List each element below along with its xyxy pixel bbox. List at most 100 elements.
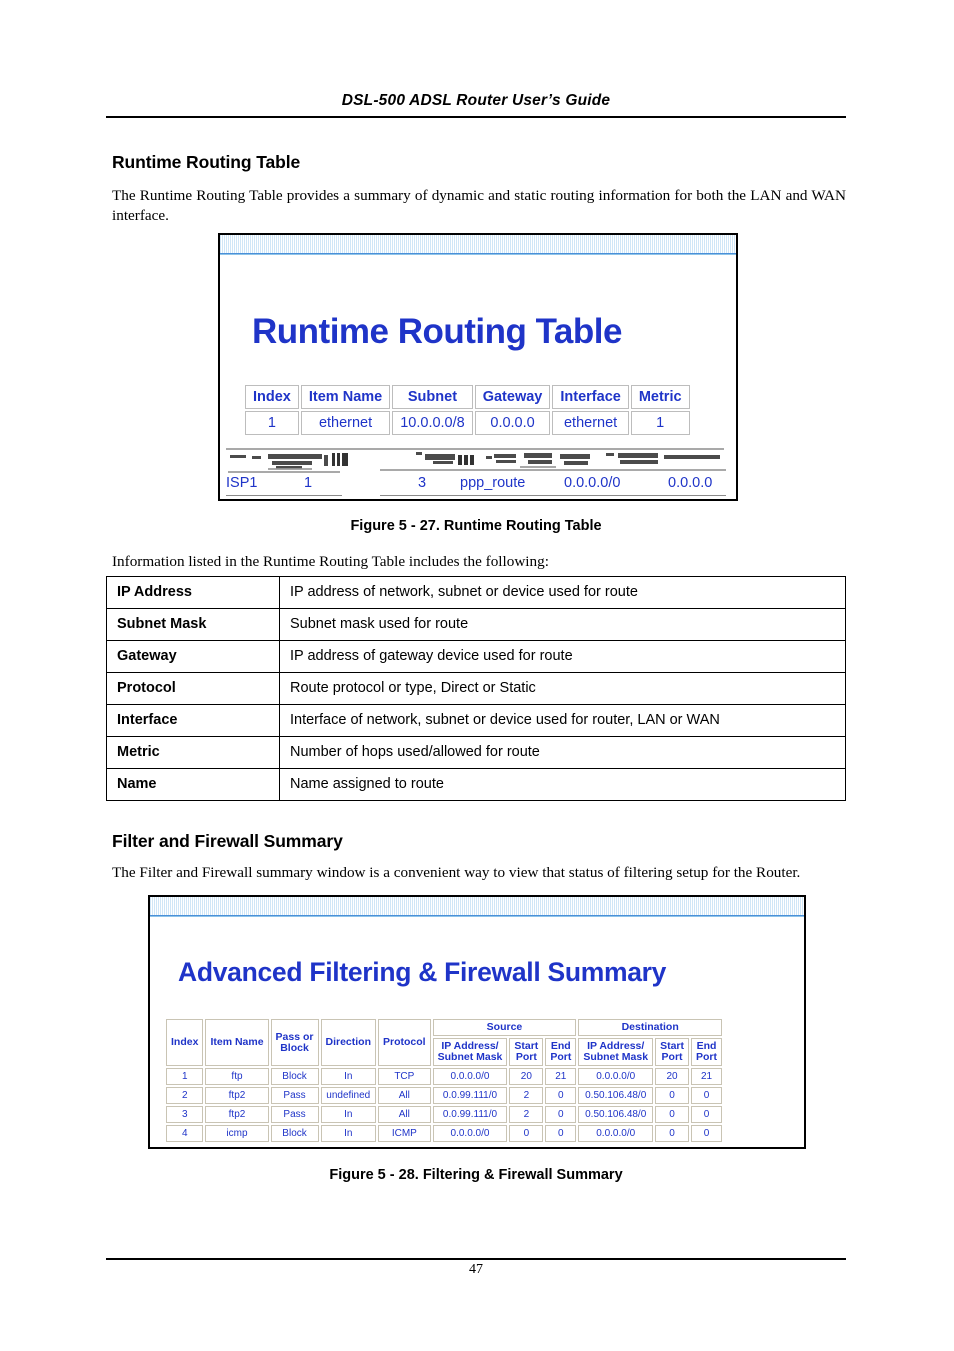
fw-cell-direction: In [320,1068,377,1085]
fw-cell-src-start: 20 [509,1068,544,1085]
table-row: IP Address IP address of network, subnet… [106,576,846,609]
definition-term: Interface [106,704,280,737]
definition-value: Interface of network, subnet or device u… [279,704,846,737]
figure-caption-5-27: Figure 5 - 27. Runtime Routing Table [350,518,602,534]
fw-cell-dst-end: 0 [691,1106,723,1123]
fw-cell-dst-ip: 0.50.106.48/0 [578,1106,654,1123]
header-rule [106,116,846,118]
definition-value: Route protocol or type, Direct or Static [279,672,846,705]
firewall-summary-table: Index Item Name Pass or Block Direction [164,1017,724,1144]
table-row: Interface Interface of network, subnet o… [106,704,846,737]
fw-cell-direction: In [320,1106,377,1123]
table-row: Protocol Route protocol or type, Direct … [106,672,846,705]
fw-header-direction-label: Direction [325,1036,372,1048]
table-row: 1 ftp Block In TCP 0.0.0.0/0 20 21 0.0.0… [166,1068,723,1085]
document-page: DSL-500 ADSL Router User’s Guide Runtime… [0,0,954,1351]
fw-cell-src-start: 2 [509,1087,544,1104]
rrt-cell-metric: 1 [630,411,690,435]
fw-cell-dst-ip: 0.0.0.0/0 [578,1125,654,1142]
fw-cell-src-start: 2 [509,1106,544,1123]
firewall-page-title: Advanced Filtering & Firewall Summary [178,957,667,987]
fw-cell-dst-end: 21 [691,1068,723,1085]
fw-cell-index: 2 [166,1087,204,1104]
definition-value: Name assigned to route [279,768,846,801]
figure-caption-5-28: Figure 5 - 28. Filtering & Firewall Summ… [329,1167,623,1183]
rrt-cell-gateway: 0.0.0.0 [474,411,551,435]
fw-cell-src-ip: 0.0.99.111/0 [432,1106,508,1123]
rrt-header-index: Index [245,385,299,409]
footer-rule [106,1258,846,1260]
heading-runtime-routing-table: Runtime Routing Table [112,152,301,172]
fw-cell-src-ip: 0.0.99.111/0 [432,1087,508,1104]
fw-header-destination-end-port: End Port [691,1038,723,1066]
fw-cell-pass-block: Block [270,1125,319,1142]
fw-header-index-label: Index [171,1036,199,1048]
artifact-fragment-isp1: ISP1 [226,475,258,491]
rrt-page-title: Runtime Routing Table [252,312,622,351]
definition-value: Number of hops used/allowed for route [279,736,846,769]
table-row: 3 ftp2 Pass In All 0.0.99.111/0 2 0 0.50… [166,1106,723,1123]
fw-header-item-name: Item Name [205,1019,269,1066]
fw-header-source-end-port: End Port [545,1038,577,1066]
rrt-cell-interface: ethernet [552,411,629,435]
fw-cell-dst-start: 0 [655,1106,690,1123]
definition-value: IP address of network, subnet or device … [279,576,846,609]
definition-term: IP Address [106,576,280,609]
artifact-fragment-gateway: 0.0.0.0 [668,475,713,491]
paragraph-firewall-intro: The Filter and Firewall summary window i… [112,864,801,881]
fw-cell-protocol: All [378,1106,431,1123]
table-header-row: Index Item Name Subnet Gateway Interface… [245,385,690,409]
fw-cell-protocol: ICMP [378,1125,431,1142]
fw-header-destination-start-line2: Port [661,1051,683,1063]
paragraph-info-listed: Information listed in the Runtime Routin… [112,553,549,570]
fw-header-pass-or-block-line1: Pass or [275,1030,314,1043]
figure-firewall-summary-screenshot: Advanced Filtering & Firewall Summary In… [148,895,806,1149]
table-row: 1 ethernet 10.0.0.0/8 0.0.0.0 ethernet 1 [245,411,690,435]
running-head: DSL-500 ADSL Router User’s Guide [341,92,611,109]
paragraph-runtime-routing-intro: The Runtime Routing Table provides a sum… [112,187,846,224]
fw-header-source-start-line2: Port [515,1051,537,1063]
rrt-cell-item-name: ethernet [300,411,391,435]
fw-cell-direction: undefined [320,1087,377,1104]
fw-cell-src-ip: 0.0.0.0/0 [432,1125,508,1142]
fw-group-header-source: Source [432,1019,577,1036]
fw-cell-pass-block: Block [270,1068,319,1085]
fw-header-index: Index [166,1019,204,1066]
fw-cell-item-name: ftp2 [205,1106,269,1123]
fw-header-destination-end-line2: Port [696,1051,718,1063]
rrt-header-subnet: Subnet [392,385,473,409]
fw-cell-protocol: All [378,1087,431,1104]
fw-cell-dst-end: 0 [691,1125,723,1142]
table-group-header-row: Index Item Name Pass or Block Direction [166,1019,723,1066]
table-row: Subnet Mask Subnet mask used for route [106,608,846,641]
definition-term: Metric [106,736,280,769]
fw-header-source-start-port: Start Port [509,1038,544,1066]
fw-cell-index: 3 [166,1106,204,1123]
rrt-header-interface: Interface [552,385,629,409]
fw-header-item-name-label: Item Name [210,1036,264,1048]
fw-cell-dst-start: 0 [655,1087,690,1104]
fw-header-pass-or-block: Pass or Block [270,1019,319,1066]
fw-cell-item-name: ftp2 [205,1087,269,1104]
fw-cell-src-ip: 0.0.0.0/0 [432,1068,508,1085]
definition-term: Gateway [106,640,280,673]
artifact-fragment-ppp-route: ppp_route [460,475,526,491]
fw-group-header-destination: Destination [578,1019,723,1036]
browser-chrome-bar [220,235,736,255]
artifact-fragment-index: 3 [418,475,427,491]
definition-term: Protocol [106,672,280,705]
browser-page-body: Runtime Routing Table Index Item Name Su… [220,255,736,499]
artifact-fragment-metric: 1 [304,475,313,491]
fw-header-destination-start-port: Start Port [655,1038,690,1066]
fw-header-source-ip-line2: Subnet Mask [437,1051,503,1063]
heading-filter-and-firewall-summary: Filter and Firewall Summary [112,831,343,851]
definition-term: Name [106,768,280,801]
fw-cell-dst-start: 0 [655,1125,690,1142]
fw-header-source-end-line2: Port [550,1051,572,1063]
fw-cell-pass-block: Pass [270,1106,319,1123]
table-row: Metric Number of hops used/allowed for r… [106,736,846,769]
runtime-routing-table: Index Item Name Subnet Gateway Interface… [243,383,692,437]
fw-cell-src-end: 0 [545,1087,577,1104]
fw-cell-index: 1 [166,1068,204,1085]
artifact-fragment-subnet: 0.0.0.0/0 [564,475,621,491]
